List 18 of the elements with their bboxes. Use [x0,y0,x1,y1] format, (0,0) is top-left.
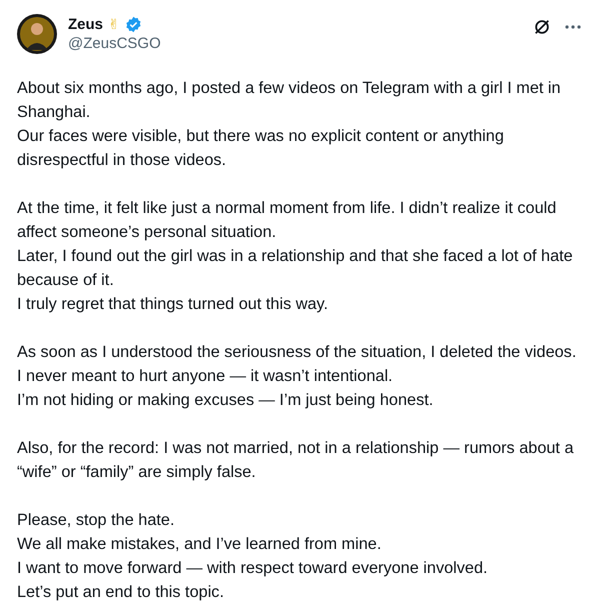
post-text-line: I want to move forward — with respect toward everyone involved. [17,558,489,579]
post-text-line: Let’s put an end to this topic. [17,582,225,603]
post-text-line: I never meant to hurt anyone — it wasn’t intentional. [17,366,394,387]
post-text-line: I’m not hiding or making excuses — I’m just being honest. [17,390,434,411]
more-options-icon[interactable] [565,25,581,29]
post-text-line: Please, stop the hate. [17,510,176,531]
post-text-line: We all make mistakes, and I’ve learned from mine. [17,534,382,555]
author-handle[interactable]: @ZeusCSGO [68,35,522,52]
author-name[interactable]: Zeus [68,16,104,33]
post-text-line: Later, I found out the girl was in a relationship and that she faced a lot of hate because of it. [17,246,574,291]
post-text-line: About six months ago, I posted a few videos on Telegram with a girl I met in Shanghai. [17,78,562,123]
post-text-line: As soon as I understood the seriousness of the situation, I deleted the videos. [17,342,578,363]
post-text-line: Our faces were visible, but there was no explicit content or anything disrespectful in those videos. [17,126,505,171]
post-text-line: I truly regret that things turned out this way. [17,294,330,315]
victory-hand-emoji: ✌ [108,16,120,32]
post-text-line: At the time, it felt like just a normal moment from life. I didn’t realize it could affect someone’s personal situation. [17,198,558,243]
post-text-line: Also, for the record: I was not married, not in a relationship — rumors about a “wife” or “family” are simply false. [17,438,575,483]
avatar[interactable] [17,14,57,54]
